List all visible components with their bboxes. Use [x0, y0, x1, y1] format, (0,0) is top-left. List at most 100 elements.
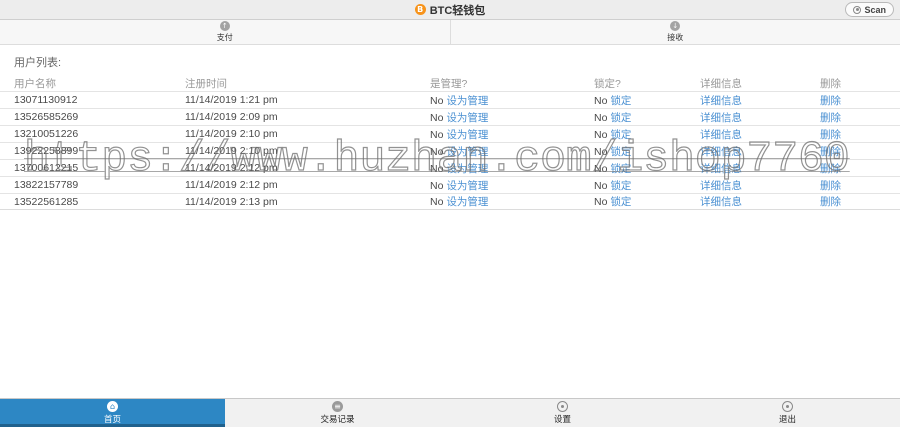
details-cell: 详细信息: [700, 144, 820, 159]
tab-home[interactable]: ⌂ 首页: [0, 399, 225, 427]
details-cell: 详细信息: [700, 194, 820, 209]
tab-settings[interactable]: 设置: [450, 399, 675, 427]
col-header-details: 详细信息: [700, 77, 742, 90]
registered-cell: 11/14/2019 2:12 pm: [185, 162, 278, 174]
table-row: 13822157789 11/14/2019 2:12 pm No 设为管理 No…: [0, 176, 900, 193]
lock-cell: No 锁定: [594, 110, 700, 125]
delete-link[interactable]: 删除: [820, 112, 841, 124]
bitcoin-icon: B: [414, 4, 426, 15]
admin-status: No: [430, 162, 444, 175]
col-header-registered: 注册时间: [185, 77, 227, 90]
admin-status: No: [430, 111, 444, 124]
admin-cell: No 设为管理: [430, 110, 594, 125]
lock-link[interactable]: 锁定: [610, 95, 631, 107]
tab-home-label: 首页: [103, 414, 121, 424]
delete-link[interactable]: 删除: [820, 196, 841, 208]
delete-link[interactable]: 删除: [820, 180, 841, 192]
receive-button-label: 接收: [667, 33, 684, 42]
details-link[interactable]: 详细信息: [700, 95, 742, 107]
registered-cell: 11/14/2019 2:10 pm: [185, 145, 278, 157]
delete-cell: 删除: [820, 93, 900, 108]
lock-link[interactable]: 锁定: [610, 180, 631, 192]
tab-settings-label: 设置: [553, 414, 571, 424]
details-cell: 详细信息: [700, 178, 820, 193]
registered-cell: 11/14/2019 1:21 pm: [185, 94, 278, 106]
admin-cell: No 设为管理: [430, 161, 594, 176]
lock-cell: No 锁定: [594, 93, 700, 108]
details-link[interactable]: 详细信息: [700, 163, 742, 175]
set-admin-link[interactable]: 设为管理: [446, 180, 488, 192]
receive-button[interactable]: ↓ 接收: [451, 20, 900, 44]
arrow-down-circle-icon: ↓: [670, 21, 681, 31]
delete-cell: 删除: [820, 178, 900, 193]
lock-link[interactable]: 锁定: [610, 163, 631, 175]
lock-cell: No 锁定: [594, 194, 700, 209]
set-admin-link[interactable]: 设为管理: [446, 95, 488, 107]
admin-status: No: [430, 196, 444, 208]
lock-link[interactable]: 锁定: [610, 196, 631, 208]
details-link[interactable]: 详细信息: [700, 146, 742, 158]
lock-cell: No 锁定: [594, 161, 700, 176]
user-list-heading: 用户列表:: [14, 57, 62, 69]
set-admin-link[interactable]: 设为管理: [446, 146, 488, 158]
set-admin-link[interactable]: 设为管理: [446, 163, 488, 175]
table-row: 13526585269 11/14/2019 2:09 pm No 设为管理 No…: [0, 108, 900, 125]
delete-link[interactable]: 删除: [820, 146, 841, 158]
admin-cell: No 设为管理: [430, 127, 594, 142]
delete-link[interactable]: 删除: [820, 95, 841, 107]
details-cell: 详细信息: [700, 161, 820, 176]
set-admin-link[interactable]: 设为管理: [446, 196, 488, 208]
details-link[interactable]: 详细信息: [700, 112, 742, 124]
tab-transactions-label: 交易记录: [320, 414, 355, 424]
username-cell: 13210051226: [14, 128, 79, 140]
username-cell: 13700612215: [14, 162, 79, 174]
titlebar: B BTC轻钱包 Scan: [0, 0, 900, 20]
lock-link[interactable]: 锁定: [610, 146, 631, 158]
lock-cell: No 锁定: [594, 178, 700, 193]
lock-link[interactable]: 锁定: [610, 129, 631, 141]
power-icon: [782, 401, 793, 412]
delete-cell: 删除: [820, 127, 900, 142]
set-admin-link[interactable]: 设为管理: [446, 112, 488, 124]
lock-cell: No 锁定: [594, 144, 700, 159]
admin-cell: No 设为管理: [430, 144, 594, 159]
lock-status: No: [594, 111, 608, 124]
delete-cell: 删除: [820, 144, 900, 159]
delete-link[interactable]: 删除: [820, 129, 841, 141]
admin-status: No: [430, 179, 444, 192]
table-rows: 13071130912 11/14/2019 1:21 pm No 设为管理 No…: [0, 91, 900, 210]
tab-logout-label: 退出: [778, 414, 796, 424]
lock-link[interactable]: 锁定: [610, 112, 631, 124]
registered-cell: 11/14/2019 2:09 pm: [185, 111, 278, 123]
pay-button[interactable]: ↑ 支付: [0, 20, 451, 44]
lock-cell: No 锁定: [594, 127, 700, 142]
admin-cell: No 设为管理: [430, 93, 594, 108]
pay-button-label: 支付: [216, 33, 233, 42]
scan-button[interactable]: Scan: [845, 2, 894, 17]
table-row: 13071130912 11/14/2019 1:21 pm No 设为管理 No…: [0, 91, 900, 108]
col-header-username: 用户名称: [14, 77, 56, 90]
details-cell: 详细信息: [700, 127, 820, 142]
details-link[interactable]: 详细信息: [700, 196, 742, 208]
delete-link[interactable]: 删除: [820, 163, 841, 175]
set-admin-link[interactable]: 设为管理: [446, 129, 488, 141]
username-cell: 13071130912: [14, 94, 78, 106]
lock-status: No: [594, 94, 608, 107]
lock-status: No: [594, 128, 608, 141]
home-icon: ⌂: [107, 401, 118, 412]
delete-cell: 删除: [820, 161, 900, 176]
lock-status: No: [594, 196, 608, 208]
registered-cell: 11/14/2019 2:12 pm: [185, 179, 278, 191]
admin-cell: No 设为管理: [430, 194, 594, 209]
col-header-locked: 锁定?: [594, 77, 621, 90]
details-link[interactable]: 详细信息: [700, 129, 742, 141]
lock-status: No: [594, 179, 608, 192]
details-link[interactable]: 详细信息: [700, 180, 742, 192]
tab-transactions[interactable]: ≡ 交易记录: [225, 399, 450, 427]
page-title: BTC轻钱包: [429, 4, 486, 17]
gear-icon: [557, 401, 568, 412]
list-icon: ≡: [332, 401, 343, 412]
admin-status: No: [430, 145, 444, 158]
registered-cell: 11/14/2019 2:10 pm: [185, 128, 278, 140]
tab-logout[interactable]: 退出: [675, 399, 900, 427]
